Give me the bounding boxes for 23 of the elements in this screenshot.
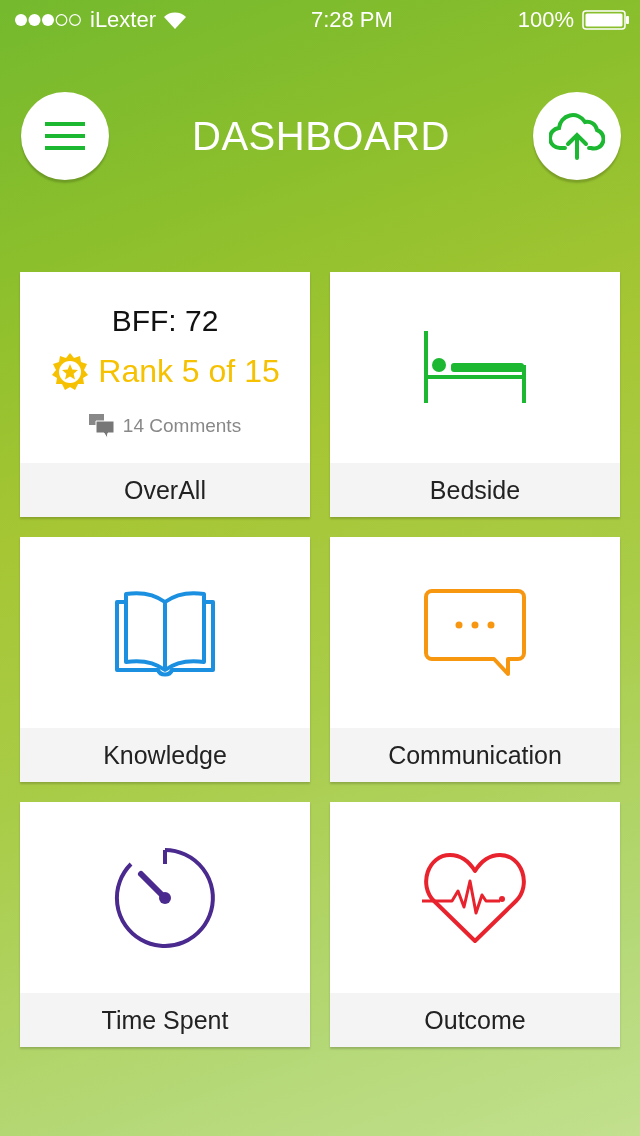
battery-icon (582, 10, 630, 30)
chat-bubble-icon (424, 588, 526, 677)
card-label: Bedside (330, 463, 620, 517)
comments-icon (88, 413, 115, 438)
card-label: Time Spent (20, 993, 310, 1047)
signal-icon (14, 13, 82, 27)
page-title: DASHBOARD (192, 113, 450, 159)
comments-count[interactable]: 14 Comments (122, 414, 242, 437)
timer-icon (113, 845, 217, 950)
card-label: OverAll (20, 463, 310, 517)
card-label: Knowledge (20, 728, 310, 782)
card-label: Communication (330, 728, 620, 782)
bed-icon (423, 330, 527, 405)
card-label: Outcome (330, 993, 620, 1047)
menu-icon (45, 121, 85, 151)
cloud-upload-icon (549, 112, 605, 160)
score-text: BFF: 72 (111, 303, 219, 338)
rank-badge-icon (50, 351, 91, 392)
clock-time: 7:28 PM (310, 7, 393, 33)
rank-text: Rank 5 of 15 (98, 353, 280, 390)
wifi-icon (164, 11, 187, 29)
battery-percent: 100% (517, 7, 574, 33)
carrier-name: iLexter (90, 7, 157, 33)
